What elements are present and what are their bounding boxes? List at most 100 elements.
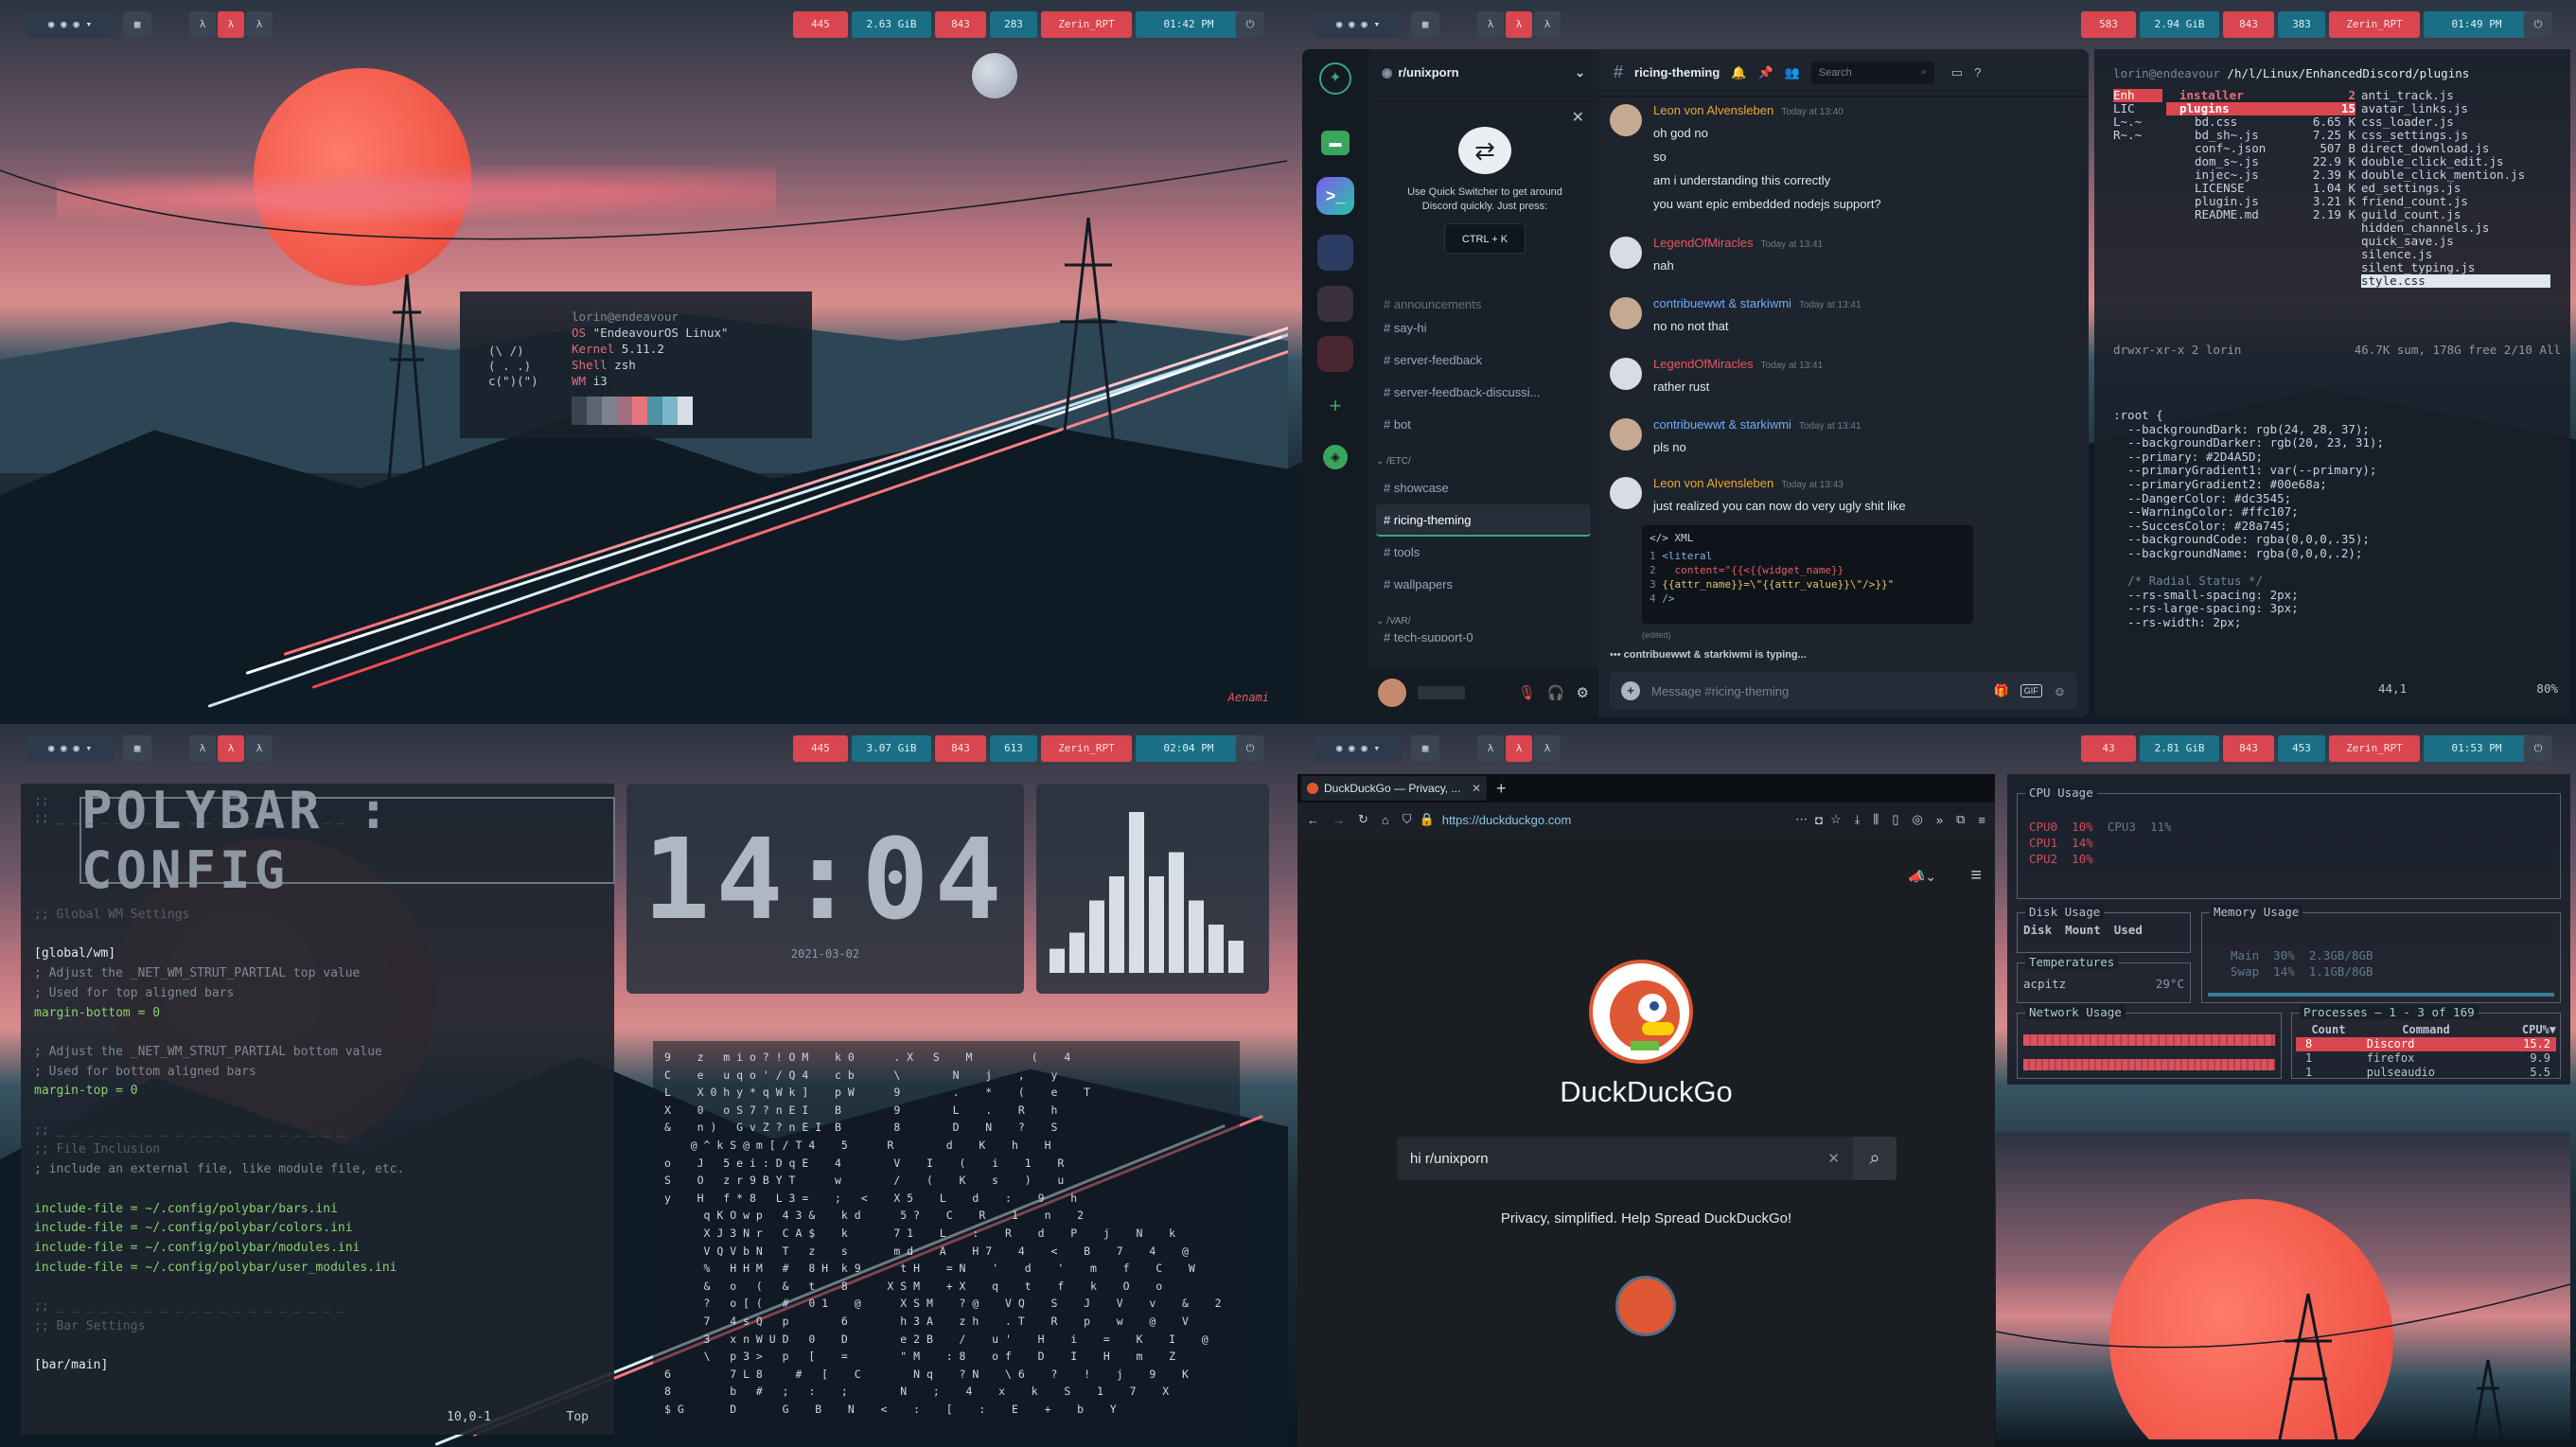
channel-item[interactable]: # bot (1376, 409, 1591, 441)
battery-indicator[interactable]: 283 (990, 11, 1037, 38)
ranger-file-entry[interactable]: LICENSE 1.04 K (2166, 182, 2355, 195)
volume-indicator[interactable]: 843 (2223, 11, 2274, 38)
extensions-icon[interactable]: ⧉ (1956, 812, 1965, 827)
channel-item[interactable]: # ricing-theming (1376, 504, 1591, 537)
headphones-icon[interactable]: 🎧 (1547, 684, 1565, 701)
avatar[interactable] (1610, 418, 1642, 450)
ranger-preview-entry[interactable]: guild_count.js (2361, 208, 2550, 221)
hamburger-menu-icon[interactable]: ≡ (1978, 813, 1985, 827)
power-icon[interactable]: ⏻ (2524, 735, 2552, 762)
channel-item[interactable]: # announcements (1376, 297, 1591, 312)
discord-home-icon[interactable]: ✦ (1319, 62, 1351, 95)
layout-icon[interactable]: ▦ (123, 11, 151, 38)
user-indicator[interactable]: Zerin_RPT (1041, 11, 1132, 38)
forward-icon[interactable]: → (1332, 813, 1345, 827)
clock-indicator[interactable]: 02:04 PM (1136, 735, 1242, 762)
channel-item[interactable]: # tools (1376, 537, 1591, 569)
battery-indicator[interactable]: 383 (2278, 11, 2325, 38)
avatar[interactable] (1610, 104, 1642, 136)
ranger-parent-entry[interactable]: LIC (2113, 102, 2162, 115)
ranger-file-entry[interactable]: installer 2 (2166, 89, 2355, 102)
channel-item[interactable]: # server-feedback (1376, 344, 1591, 377)
ranger-parent-entry[interactable]: R~.~ (2113, 129, 2162, 142)
library-icon[interactable]: ⫼ (1873, 812, 1879, 827)
clock-indicator[interactable]: 01:53 PM (2424, 735, 2530, 762)
network-indicator[interactable]: 445 (793, 735, 848, 762)
ram-indicator[interactable]: 3.07 GiB (852, 735, 931, 762)
ranger-preview-entry[interactable]: ed_settings.js (2361, 182, 2550, 195)
ranger-file-entry[interactable]: plugins 15 (2166, 102, 2355, 115)
power-icon[interactable]: ⏻ (1236, 735, 1264, 762)
ranger-file-entry[interactable]: bd_sh~.js 7.25 K (2166, 129, 2355, 142)
workspace-2[interactable]: λ (218, 735, 244, 762)
home-icon[interactable]: ⌂ (1382, 813, 1389, 827)
ranger-file-entry[interactable]: conf~.json 507 B (2166, 142, 2355, 155)
close-icon[interactable]: ✕ (1572, 108, 1584, 127)
message-author[interactable]: LegendOfMiracles (1653, 357, 1754, 371)
clear-search-icon[interactable]: ✕ (1827, 1150, 1840, 1167)
category-var[interactable]: ⌄ /VAR/ (1376, 616, 1591, 626)
clock-indicator[interactable]: 01:42 PM (1136, 11, 1242, 38)
volume-indicator[interactable]: 843 (935, 735, 986, 762)
message-author[interactable]: Leon von Alvensleben (1653, 103, 1773, 117)
ranger-preview-entry[interactable]: direct_download.js (2361, 142, 2550, 155)
ranger-parent-entry[interactable]: Enh (2113, 89, 2162, 102)
avatar[interactable] (1610, 237, 1642, 269)
ranger-file-entry[interactable]: plugin.js 3.21 K (2166, 195, 2355, 208)
url-bar[interactable]: ⛉ 🔒 https://duckduckgo.com ⋯ ◘ ☆ (1403, 807, 1842, 832)
gif-button[interactable]: GIF (2020, 684, 2042, 697)
workspace-2[interactable]: λ (1506, 11, 1532, 38)
server-folder-1[interactable] (1317, 235, 1353, 271)
app-launcher-icons[interactable]: ◉ ◉ ◉ ▾ (26, 11, 114, 38)
ranger-preview-entry[interactable]: css_settings.js (2361, 129, 2550, 142)
new-tab-icon[interactable]: + (1496, 779, 1507, 799)
explore-compass-icon[interactable]: ◈ (1323, 445, 1348, 469)
reload-icon[interactable]: ↻ (1358, 812, 1368, 827)
channel-item[interactable]: # wallpapers (1376, 569, 1591, 601)
ranger-preview-entry[interactable]: double_click_mention.js (2361, 168, 2550, 182)
ranger-preview-entry[interactable]: quick_save.js (2361, 235, 2550, 248)
user-indicator[interactable]: Zerin_RPT (2329, 11, 2420, 38)
ranger-preview-entry[interactable]: css_loader.js (2361, 115, 2550, 129)
server-folder-2[interactable] (1317, 286, 1353, 322)
ranger-preview-entry[interactable]: style.css (2361, 274, 2550, 288)
avatar[interactable] (1610, 477, 1642, 509)
battery-indicator[interactable]: 453 (2278, 735, 2325, 762)
channel-item[interactable]: # tech-support-0 (1376, 630, 1591, 642)
channel-item[interactable]: # server-feedback-discussi... (1376, 377, 1591, 409)
workspace-1[interactable]: λ (189, 735, 216, 762)
overflow-icon[interactable]: » (1936, 813, 1943, 827)
account-icon[interactable]: ◎ (1913, 812, 1923, 827)
user-indicator[interactable]: Zerin_RPT (1041, 735, 1132, 762)
bell-icon[interactable]: 🔔 (1731, 65, 1746, 80)
avatar[interactable] (1610, 297, 1642, 329)
app-launcher-icons[interactable]: ◉ ◉ ◉ ▾ (1314, 11, 1402, 38)
pin-icon[interactable]: 📌 (1757, 65, 1773, 80)
volume-indicator[interactable]: 843 (2223, 735, 2274, 762)
spread-ddg-mascot-icon[interactable] (1615, 1276, 1676, 1336)
layout-icon[interactable]: ▦ (1411, 735, 1439, 762)
bookmark-star-icon[interactable]: ☆ (1830, 812, 1842, 827)
folder-icon[interactable]: ▬ (1321, 131, 1350, 155)
search-input[interactable]: Search ⌕ (1810, 61, 1934, 84)
process-row[interactable]: 1 firefox 9.9 (2296, 1051, 2556, 1066)
battery-indicator[interactable]: 613 (990, 735, 1037, 762)
process-row[interactable]: 8 Discord 15.2 (2296, 1037, 2556, 1051)
megaphone-icon[interactable]: 📣⌄ (1909, 869, 1936, 885)
clock-indicator[interactable]: 01:49 PM (2424, 11, 2530, 38)
server-header[interactable]: ◉ r/unixporn ⌄ (1368, 49, 1598, 97)
network-indicator[interactable]: 43 (2081, 735, 2136, 762)
ranger-file-entry[interactable]: injec~.js 2.39 K (2166, 168, 2355, 182)
ram-indicator[interactable]: 2.63 GiB (852, 11, 931, 38)
search-input[interactable]: hi r/unixporn (1410, 1151, 1827, 1167)
ranger-preview-entry[interactable]: silent_typing.js (2361, 261, 2550, 274)
ranger-preview-entry[interactable]: silence.js (2361, 248, 2550, 261)
ram-indicator[interactable]: 2.81 GiB (2140, 735, 2219, 762)
network-indicator[interactable]: 445 (793, 11, 848, 38)
add-server-icon[interactable]: + (1321, 392, 1350, 420)
ranger-file-entry[interactable]: bd.css 6.65 K (2166, 115, 2355, 129)
mute-microphone-icon[interactable]: 🎙 (1518, 684, 1536, 701)
ranger-preview-entry[interactable]: hidden_channels.js (2361, 221, 2550, 235)
ranger-file-entry[interactable]: README.md 2.19 K (2166, 208, 2355, 221)
unixporn-server-icon[interactable]: >_ (1316, 177, 1354, 215)
